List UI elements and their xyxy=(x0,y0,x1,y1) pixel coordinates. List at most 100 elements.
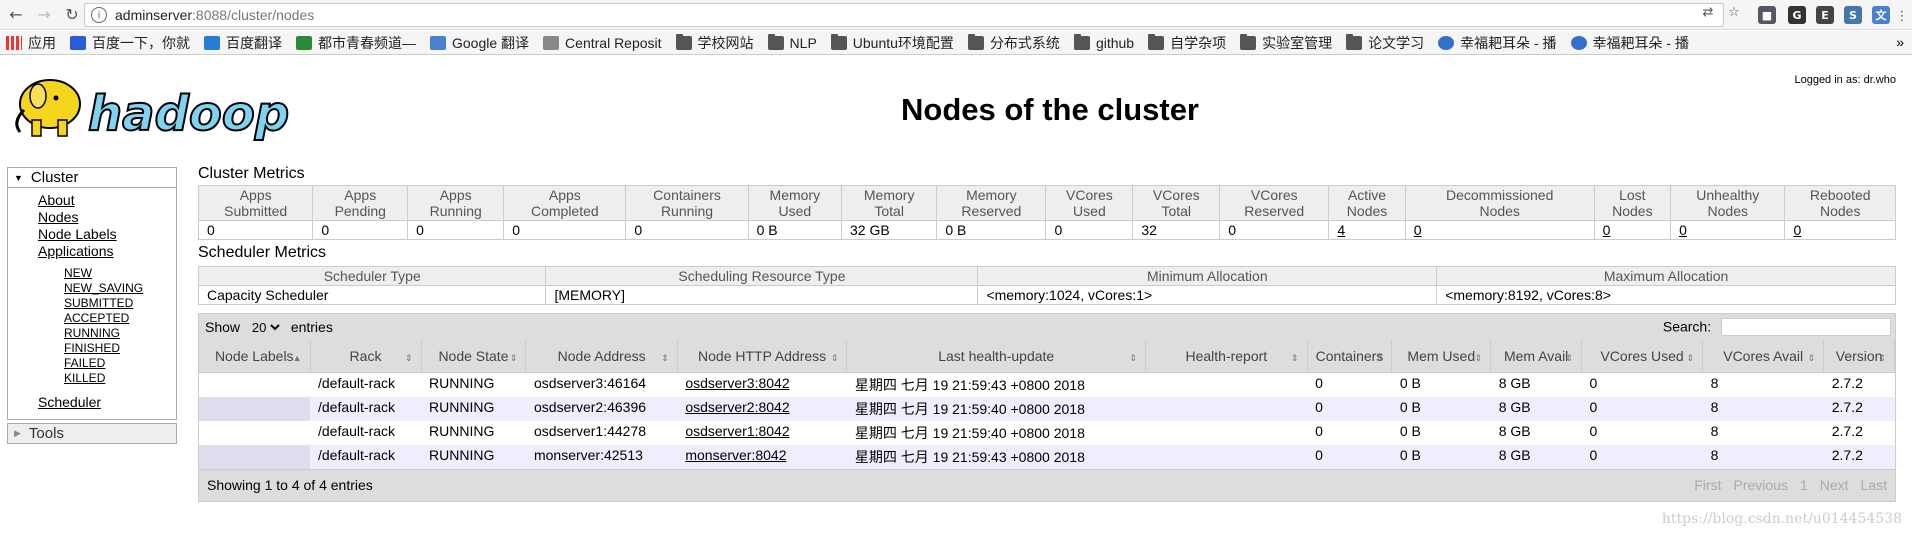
bookmark-item[interactable]: 百度翻译 xyxy=(204,33,282,53)
pager-button[interactable]: Previous xyxy=(1733,477,1787,493)
metric-link[interactable]: 0 xyxy=(1679,222,1687,238)
node-http-link[interactable]: osdserver2:8042 xyxy=(685,399,789,415)
table-cell: monserver:8042 xyxy=(677,444,847,469)
metric-value: 0 B xyxy=(936,220,1047,240)
table-cell: 8 GB xyxy=(1490,444,1582,469)
reload-icon[interactable]: ↻ xyxy=(60,3,84,27)
bookmark-label: 实验室管理 xyxy=(1262,34,1333,51)
extension-icon[interactable]: G xyxy=(1788,6,1806,24)
bookmark-item[interactable]: 实验室管理 xyxy=(1240,33,1332,53)
address-bar[interactable]: i adminserver:8088/cluster/nodes xyxy=(84,3,1724,27)
tools-header[interactable]: ▶ Tools xyxy=(7,423,177,444)
app-state-link[interactable]: NEW xyxy=(64,266,176,281)
bookmark-item[interactable]: 学校网站 xyxy=(675,33,754,53)
bookmark-item[interactable]: 应用 xyxy=(6,33,56,53)
extension-icon[interactable]: E xyxy=(1816,6,1834,24)
sidebar-link-node-labels[interactable]: Node Labels xyxy=(38,226,176,243)
bookmark-item[interactable]: Google 翻译 xyxy=(430,33,529,53)
extension-icon[interactable]: ■ xyxy=(1758,6,1776,24)
bookmark-label: NLP xyxy=(789,34,817,51)
metric-header: Containers Running xyxy=(625,185,749,221)
sidebar-link-about[interactable]: About xyxy=(38,192,176,209)
search-input[interactable] xyxy=(1721,318,1891,336)
bookmark-item[interactable]: 百度一下，你就 xyxy=(70,33,190,53)
app-state-link[interactable]: RUNNING xyxy=(64,326,176,341)
back-icon[interactable]: ← xyxy=(4,3,28,27)
column-header[interactable]: VCores Used ⇕ xyxy=(1581,340,1704,373)
metric-value: 32 GB xyxy=(841,220,938,240)
table-cell: 8 xyxy=(1702,444,1824,469)
metric-link[interactable]: 0 xyxy=(1414,222,1422,238)
table-cell: osdserver1:44278 xyxy=(525,420,678,445)
column-header[interactable]: Rack ⇕ xyxy=(310,340,422,373)
info-icon[interactable]: i xyxy=(91,7,107,23)
page-icon xyxy=(543,35,560,50)
sort-icon: ⇕ xyxy=(1474,352,1483,363)
app-state-link[interactable]: FAILED xyxy=(64,356,176,371)
translate-page-icon[interactable]: ⇄ xyxy=(1700,4,1716,20)
table-row: /default-rack RUNNING osdserver3:46164 osds… xyxy=(199,372,1895,397)
node-http-link[interactable]: monserver:8042 xyxy=(685,447,786,463)
table-cell xyxy=(1145,444,1308,469)
pager-button[interactable]: First xyxy=(1694,477,1721,493)
column-header[interactable]: Mem Avail ⇕ xyxy=(1490,340,1583,373)
column-header[interactable]: Node Address ⇕ xyxy=(525,340,678,373)
sidebar-link-scheduler[interactable]: Scheduler xyxy=(38,394,176,411)
app-state-link[interactable]: SUBMITTED xyxy=(64,296,176,311)
column-header[interactable]: Mem Used ⇕ xyxy=(1391,340,1492,373)
folder-icon xyxy=(1148,33,1165,50)
bookmark-item[interactable]: 分布式系统 xyxy=(967,33,1060,53)
bookmark-item[interactable]: Central Reposit xyxy=(543,35,662,51)
metric-link[interactable]: 4 xyxy=(1337,222,1345,238)
column-header[interactable]: VCores Avail ⇕ xyxy=(1702,340,1825,373)
url-text: adminserver:8088/cluster/nodes xyxy=(115,7,315,23)
bookmark-label: 论文学习 xyxy=(1368,34,1425,51)
column-header[interactable]: Health-report ⇕ xyxy=(1145,340,1308,373)
column-header[interactable]: Node HTTP Address ⇕ xyxy=(677,340,848,373)
app-state-link[interactable]: NEW_SAVING xyxy=(64,281,176,296)
node-http-link[interactable]: osdserver1:8042 xyxy=(685,423,789,439)
app-state-link[interactable]: KILLED xyxy=(64,371,176,386)
metric-value: 0 xyxy=(1593,220,1672,240)
pager-button[interactable]: Last xyxy=(1861,477,1887,493)
table-cell xyxy=(1145,396,1308,421)
bookmark-item[interactable]: Ubuntu环境配置 xyxy=(830,33,954,53)
table-cell: 星期四 七月 19 21:59:40 +0800 2018 xyxy=(846,420,1146,445)
sort-icon: ⇕ xyxy=(1565,352,1574,363)
more-bookmarks-icon[interactable]: » xyxy=(1896,34,1904,50)
menu-icon[interactable]: ⋮ xyxy=(1894,8,1910,24)
star-icon[interactable]: ☆ xyxy=(1726,4,1742,20)
column-header[interactable]: Containers ⇕ xyxy=(1307,340,1393,373)
table-cell: 0 xyxy=(1581,396,1703,421)
sidebar-link-nodes[interactable]: Nodes xyxy=(38,209,176,226)
column-header[interactable]: Version ⇕ xyxy=(1823,340,1895,373)
table-cell: 0 xyxy=(1581,420,1703,445)
extension-icon[interactable]: 文 xyxy=(1872,6,1890,24)
bookmark-item[interactable]: NLP xyxy=(767,33,817,51)
forward-icon[interactable]: → xyxy=(32,3,56,27)
bookmark-item[interactable]: 论文学习 xyxy=(1346,33,1424,53)
column-header[interactable]: Node State ⇕ xyxy=(421,340,527,373)
app-state-link[interactable]: ACCEPTED xyxy=(64,311,176,326)
extension-icon[interactable]: S xyxy=(1844,6,1862,24)
metric-link[interactable]: 0 xyxy=(1793,222,1801,238)
app-state-link[interactable]: FINISHED xyxy=(64,341,176,356)
bookmark-label: 都市青春频道— xyxy=(318,34,416,51)
column-header[interactable]: Node Labels ▲ xyxy=(199,340,311,373)
metric-value: 0 xyxy=(1045,220,1134,240)
pager-button[interactable]: Next xyxy=(1820,477,1849,493)
pager-button[interactable]: 1 xyxy=(1800,477,1808,493)
metric-link[interactable]: 0 xyxy=(1603,222,1611,238)
metric-value: 0 xyxy=(625,220,749,240)
bookmark-item[interactable]: 自学杂项 xyxy=(1148,33,1226,53)
node-http-link[interactable]: osdserver3:8042 xyxy=(685,375,789,391)
column-header[interactable]: Last health-update ⇕ xyxy=(846,340,1147,373)
cluster-header[interactable]: ▼ Cluster xyxy=(8,168,176,188)
sidebar-link-applications[interactable]: Applications xyxy=(38,243,176,260)
table-row: /default-rack RUNNING osdserver1:44278 osds… xyxy=(199,420,1895,445)
bookmark-item[interactable]: 都市青春频道— xyxy=(296,33,416,53)
bookmark-item[interactable]: 幸福耙耳朵 - 播 xyxy=(1570,33,1689,53)
bookmark-item[interactable]: github xyxy=(1073,33,1134,51)
bookmark-item[interactable]: 幸福耙耳朵 - 播 xyxy=(1438,33,1557,53)
entries-per-page-select[interactable]: 20 xyxy=(247,318,283,336)
